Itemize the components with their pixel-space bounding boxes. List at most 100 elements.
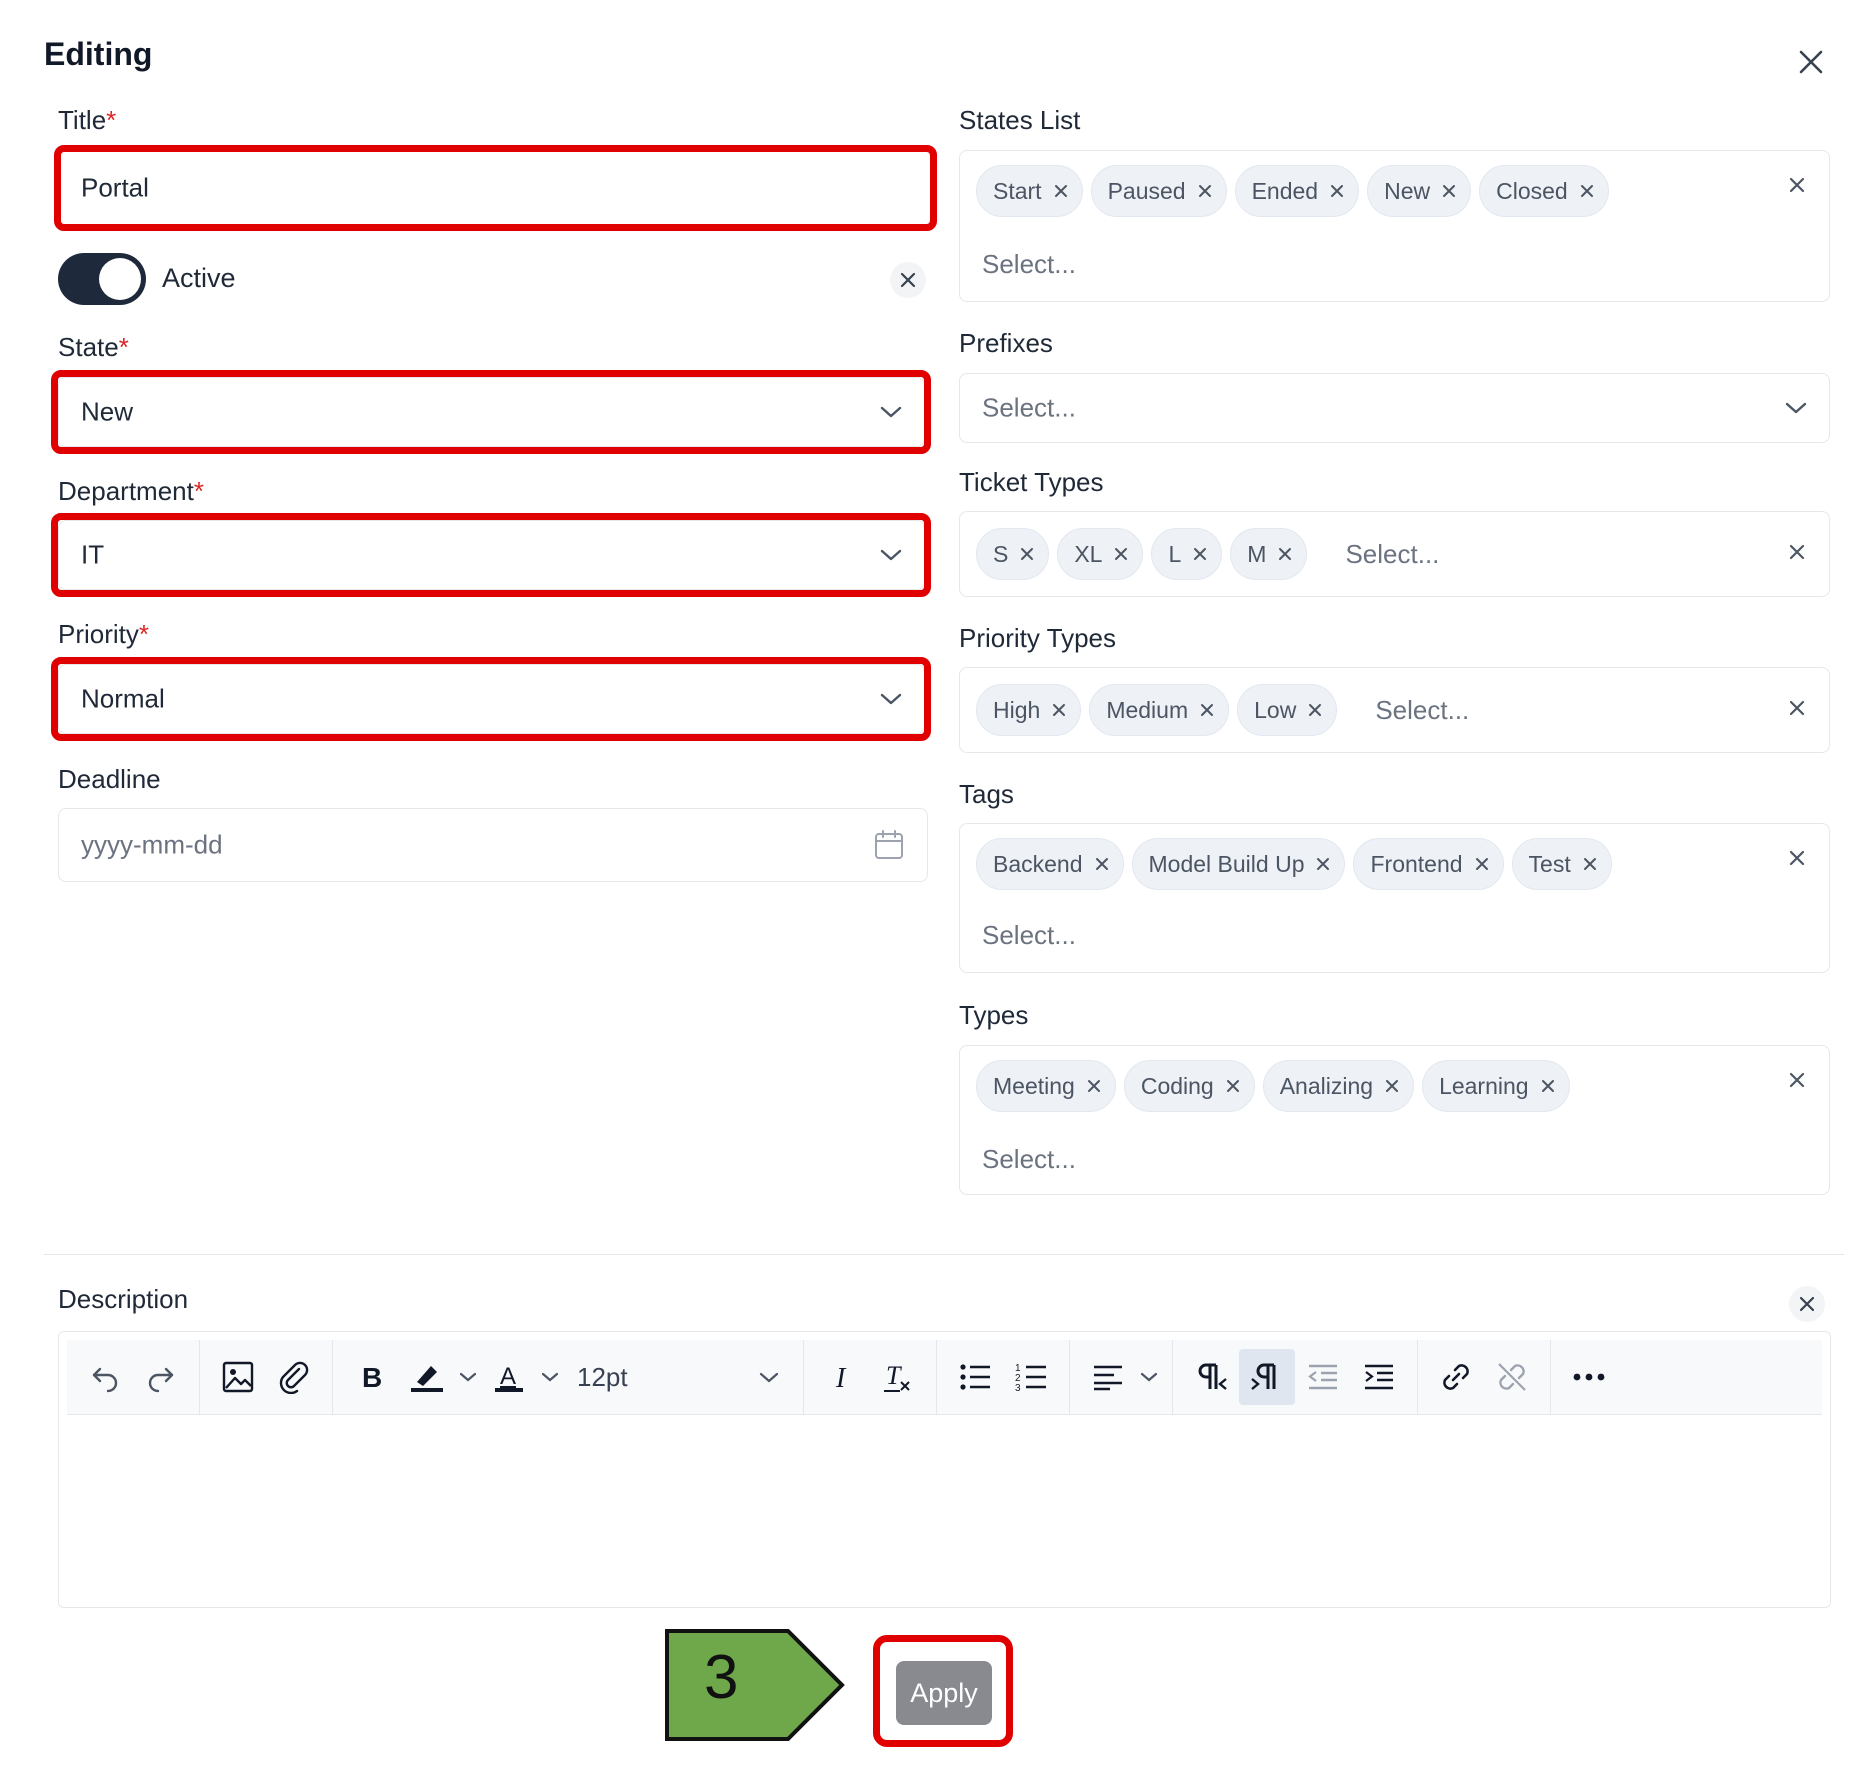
ltr-icon[interactable] — [1183, 1349, 1239, 1405]
ticket-types-label: Ticket Types — [959, 467, 1104, 497]
state-label: State* — [58, 332, 129, 362]
chip-remove-icon[interactable] — [1330, 184, 1344, 198]
apply-button[interactable]: Apply — [896, 1661, 992, 1725]
ticket-types-placeholder: Select... — [1345, 538, 1440, 569]
step-number: 3 — [704, 1643, 739, 1712]
types-select[interactable]: Meeting Coding Analizing Learning Select… — [959, 1045, 1830, 1195]
chip: High — [976, 684, 1082, 736]
clear-icon[interactable] — [1787, 175, 1807, 195]
department-label: Department* — [58, 476, 204, 506]
active-clear-icon[interactable] — [890, 262, 926, 298]
chip: M — [1230, 528, 1308, 580]
deadline-input[interactable]: yyyy-mm-dd — [58, 808, 928, 882]
chevron-down-icon[interactable] — [537, 1349, 563, 1405]
description-clear-icon[interactable] — [1789, 1286, 1825, 1322]
chip-remove-icon[interactable] — [1541, 1079, 1555, 1093]
chip-remove-icon[interactable] — [1583, 857, 1597, 871]
chip: Analizing — [1262, 1060, 1415, 1112]
font-size-value: 12pt — [577, 1361, 628, 1392]
calendar-icon[interactable] — [873, 829, 905, 861]
chevron-down-icon[interactable] — [1136, 1349, 1162, 1405]
editor-content-area[interactable] — [67, 1416, 1822, 1599]
priority-select[interactable]: Normal — [58, 664, 925, 734]
chip-remove-icon[interactable] — [1087, 1079, 1101, 1093]
states-list-chips: Start Paused Ended New Closed — [976, 165, 1609, 217]
chip: XL — [1057, 528, 1144, 580]
tags-label: Tags — [959, 779, 1014, 809]
svg-text:A: A — [500, 1363, 516, 1390]
clear-icon[interactable] — [1787, 542, 1807, 562]
ticket-types-chips: S XL L M Select... — [976, 528, 1439, 580]
chip: Learning — [1422, 1060, 1570, 1112]
clear-icon[interactable] — [1787, 848, 1807, 868]
bold-icon[interactable]: B — [343, 1349, 399, 1405]
link-icon[interactable] — [1428, 1349, 1484, 1405]
chip: Backend — [976, 838, 1124, 890]
deadline-placeholder: yyyy-mm-dd — [81, 829, 223, 860]
highlight-icon[interactable] — [399, 1349, 455, 1405]
chip-remove-icon[interactable] — [1278, 547, 1292, 561]
chip-remove-icon[interactable] — [1316, 857, 1330, 871]
chip-remove-icon[interactable] — [1114, 547, 1128, 561]
types-label: Types — [959, 1000, 1029, 1030]
chip-remove-icon[interactable] — [1580, 184, 1594, 198]
numbered-list-icon[interactable]: 123 — [1003, 1349, 1059, 1405]
chevron-down-icon — [880, 692, 902, 706]
undo-icon[interactable] — [77, 1349, 133, 1405]
chip-remove-icon[interactable] — [1442, 184, 1456, 198]
chip-remove-icon[interactable] — [1475, 857, 1489, 871]
active-toggle[interactable] — [58, 253, 146, 305]
title-input[interactable]: Portal — [58, 150, 931, 226]
types-chips: Meeting Coding Analizing Learning — [976, 1060, 1570, 1112]
more-icon[interactable] — [1561, 1349, 1617, 1405]
chip-remove-icon[interactable] — [1095, 857, 1109, 871]
image-icon[interactable] — [210, 1349, 266, 1405]
chip: New — [1367, 165, 1472, 217]
chip-remove-icon[interactable] — [1052, 703, 1066, 717]
outdent-icon[interactable] — [1295, 1349, 1351, 1405]
chip-remove-icon[interactable] — [1198, 184, 1212, 198]
indent-icon[interactable] — [1351, 1349, 1407, 1405]
state-select[interactable]: New — [58, 377, 925, 447]
unlink-icon[interactable] — [1484, 1349, 1540, 1405]
italic-icon[interactable]: I — [814, 1349, 870, 1405]
chevron-down-icon — [1785, 401, 1807, 415]
chip: Model Build Up — [1131, 838, 1346, 890]
font-size-select[interactable]: 12pt — [563, 1349, 793, 1405]
deadline-label: Deadline — [58, 764, 161, 794]
chip-remove-icon[interactable] — [1226, 1079, 1240, 1093]
clear-icon[interactable] — [1787, 1070, 1807, 1090]
states-list-placeholder: Select... — [982, 249, 1076, 279]
clear-icon[interactable] — [1787, 698, 1807, 718]
chip: S — [976, 528, 1050, 580]
ticket-types-select[interactable]: S XL L M Select... — [959, 511, 1830, 597]
close-icon[interactable] — [1793, 44, 1829, 80]
font-color-icon[interactable]: A — [481, 1349, 537, 1405]
chip: Paused — [1090, 165, 1227, 217]
chip-remove-icon[interactable] — [1054, 184, 1068, 198]
priority-types-label: Priority Types — [959, 623, 1117, 653]
section-divider — [44, 1254, 1844, 1255]
priority-types-select[interactable]: High Medium Low Select... — [959, 667, 1830, 753]
attachment-icon[interactable] — [266, 1349, 322, 1405]
rtl-icon[interactable] — [1239, 1349, 1295, 1405]
chip-remove-icon[interactable] — [1020, 547, 1034, 561]
chip-remove-icon[interactable] — [1385, 1079, 1399, 1093]
tags-select[interactable]: Backend Model Build Up Frontend Test Sel… — [959, 823, 1830, 973]
department-select[interactable]: IT — [58, 520, 925, 590]
svg-text:B: B — [362, 1362, 382, 1392]
redo-icon[interactable] — [133, 1349, 189, 1405]
types-placeholder: Select... — [982, 1144, 1076, 1174]
chevron-down-icon[interactable] — [455, 1349, 481, 1405]
chip-remove-icon[interactable] — [1200, 703, 1214, 717]
clear-format-icon[interactable]: T — [870, 1349, 926, 1405]
priority-types-chips: High Medium Low Select... — [976, 684, 1469, 736]
states-list-select[interactable]: Start Paused Ended New Closed Select... — [959, 150, 1830, 302]
dialog-title: Editing — [44, 36, 153, 72]
chip-remove-icon[interactable] — [1193, 547, 1207, 561]
prefixes-select[interactable]: Select... — [959, 373, 1830, 443]
bullet-list-icon[interactable] — [947, 1349, 1003, 1405]
chip-remove-icon[interactable] — [1308, 703, 1322, 717]
align-left-icon[interactable] — [1080, 1349, 1136, 1405]
priority-types-placeholder: Select... — [1375, 694, 1470, 725]
